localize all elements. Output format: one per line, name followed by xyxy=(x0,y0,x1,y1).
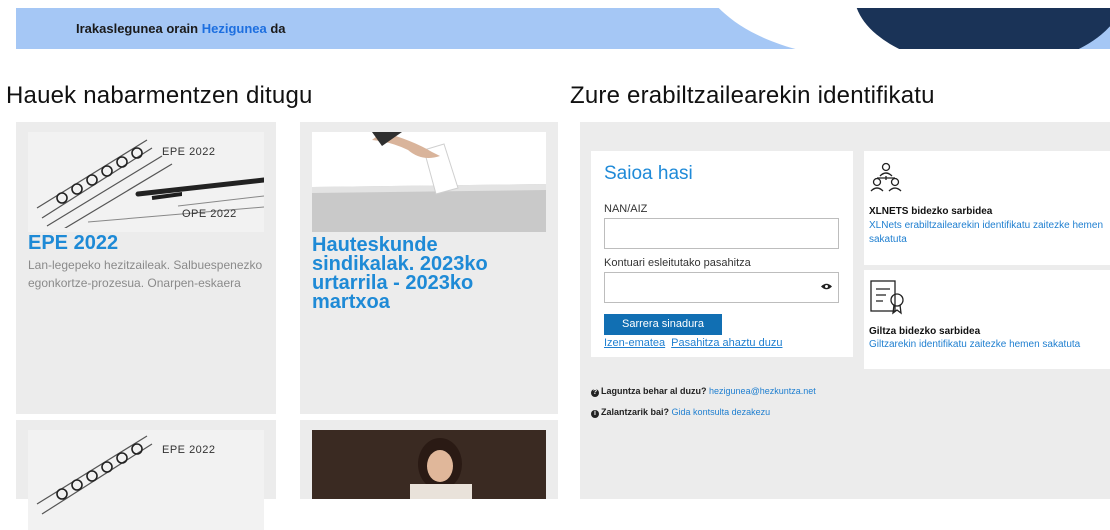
xlnets-access-box[interactable]: XLNETS bidezko sarbidea XLNets erabiltza… xyxy=(864,151,1110,265)
card-image-person xyxy=(312,430,546,499)
forgot-password-link[interactable]: Pasahitza ahaztu duzu xyxy=(671,337,782,349)
user-id-input[interactable] xyxy=(604,218,839,249)
login-section-title: Zure erabiltzailearekin identifikatu xyxy=(570,82,935,109)
top-banner: Irakaslegunea orain Hezigunea da xyxy=(16,8,1110,49)
notebook-spiral-icon xyxy=(36,435,153,515)
card-image-epe: EPE 2022 OPE 2022 xyxy=(28,132,264,232)
help-question: Laguntza behar al duzu? xyxy=(601,386,707,396)
login-box: Saioa hasi NAN/AIZ Kontuari esleitutako … xyxy=(591,151,853,357)
card-image-ballot xyxy=(312,132,546,232)
banner-prefix: Irakaslegunea orain xyxy=(76,21,202,36)
network-users-icon xyxy=(870,162,902,192)
highlights-title: Hauek nabarmentzen ditugu xyxy=(6,82,313,109)
xlnets-title[interactable]: XLNETS bidezko sarbidea xyxy=(869,206,992,217)
highlight-card-elections[interactable]: Hauteskunde sindikalak. 2023ko urtarrila… xyxy=(300,122,558,414)
highlight-card-epe[interactable]: EPE 2022 OPE 2022 EPE 2022 Lan-legepeko … xyxy=(16,122,276,414)
highlight-card-person[interactable] xyxy=(300,420,558,499)
login-area: Saioa hasi NAN/AIZ Kontuari esleitutako … xyxy=(580,122,1110,499)
highlight-card-epe-2[interactable]: EPE 2022 xyxy=(16,420,276,530)
info-icon: i xyxy=(591,410,599,418)
card-image-epe-2: EPE 2022 xyxy=(28,430,264,530)
question-icon: ? xyxy=(591,389,599,397)
register-link[interactable]: Izen-ematea xyxy=(604,337,665,349)
guide-line: i Zalantzarik bai? Gida kontsulta dezakez… xyxy=(591,407,770,418)
xlnets-description[interactable]: XLNets erabiltzailearekin identifikatu z… xyxy=(869,219,1104,247)
image-label-epe: EPE 2022 xyxy=(162,146,216,158)
guide-link[interactable]: Gida kontsulta dezakezu xyxy=(672,407,771,417)
help-line: ? Laguntza behar al duzu? hezigunea@hezku… xyxy=(591,386,816,397)
image-label-epe: EPE 2022 xyxy=(162,444,216,456)
banner-suffix: da xyxy=(266,21,286,36)
ballot-box-icon xyxy=(312,132,546,232)
person-photo xyxy=(312,430,546,499)
card-description: Lan-legepeko hezitzaileak. Salbuespenezk… xyxy=(28,258,263,290)
banner-decoration-navy xyxy=(854,8,1110,49)
show-password-eye-icon[interactable] xyxy=(821,282,832,291)
giltza-description[interactable]: Giltzarekin identifikatu zaitezke hemen … xyxy=(869,338,1104,352)
card-title[interactable]: EPE 2022 xyxy=(28,233,118,253)
certificate-icon xyxy=(870,280,904,315)
password-input[interactable] xyxy=(604,272,839,303)
banner-text: Irakaslegunea orain Hezigunea da xyxy=(76,21,286,36)
password-field-label: Kontuari esleitutako pasahitza xyxy=(604,257,751,269)
sign-in-button[interactable]: Sarrera sinadura xyxy=(604,314,722,335)
image-label-ope: OPE 2022 xyxy=(182,208,237,220)
giltza-access-box[interactable]: Giltza bidezko sarbidea Giltzarekin iden… xyxy=(864,270,1110,369)
help-email-link[interactable]: hezigunea@hezkuntza.net xyxy=(709,386,816,396)
guide-question: Zalantzarik bai? xyxy=(601,407,670,417)
login-title: Saioa hasi xyxy=(604,163,693,184)
banner-highlight[interactable]: Hezigunea xyxy=(202,21,267,36)
login-links: Izen-ematea Pasahitza ahaztu duzu xyxy=(604,337,782,349)
giltza-title[interactable]: Giltza bidezko sarbidea xyxy=(869,326,980,337)
card-title[interactable]: Hauteskunde sindikalak. 2023ko urtarrila… xyxy=(312,235,532,312)
user-field-label: NAN/AIZ xyxy=(604,203,648,215)
